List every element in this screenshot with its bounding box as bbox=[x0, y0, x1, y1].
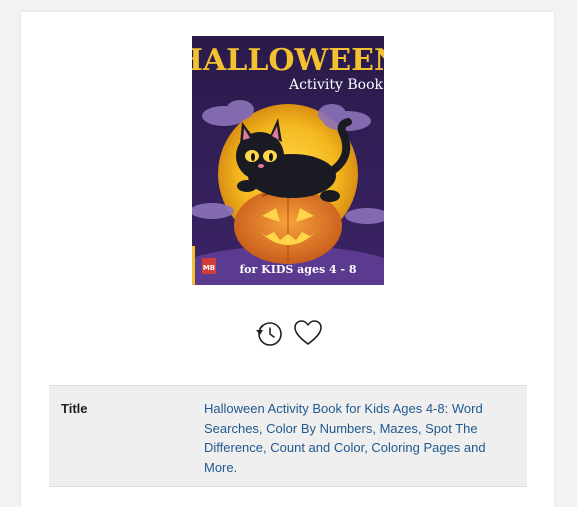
book-detail-card: HALLOWEEN Activity Book for KIDS ages 4 … bbox=[21, 12, 554, 507]
detail-label: Title bbox=[61, 401, 88, 416]
detail-row-title: Title Halloween Activity Book for Kids A… bbox=[49, 385, 527, 487]
history-clock-icon bbox=[256, 322, 282, 346]
favorite-button[interactable] bbox=[291, 316, 325, 350]
history-button[interactable] bbox=[251, 316, 285, 350]
detail-value-link[interactable]: Halloween Activity Book for Kids Ages 4-… bbox=[204, 399, 494, 477]
heart-outline-icon bbox=[294, 320, 322, 345]
cover-subtitle: Activity Book bbox=[288, 77, 384, 93]
cover-title: HALLOWEEN bbox=[192, 43, 384, 78]
book-cover-image[interactable]: HALLOWEEN Activity Book for KIDS ages 4 … bbox=[192, 36, 384, 285]
book-actions bbox=[21, 316, 554, 350]
publisher-logo: MB bbox=[203, 264, 215, 272]
cover-tagline: for KIDS ages 4 - 8 bbox=[239, 263, 356, 276]
